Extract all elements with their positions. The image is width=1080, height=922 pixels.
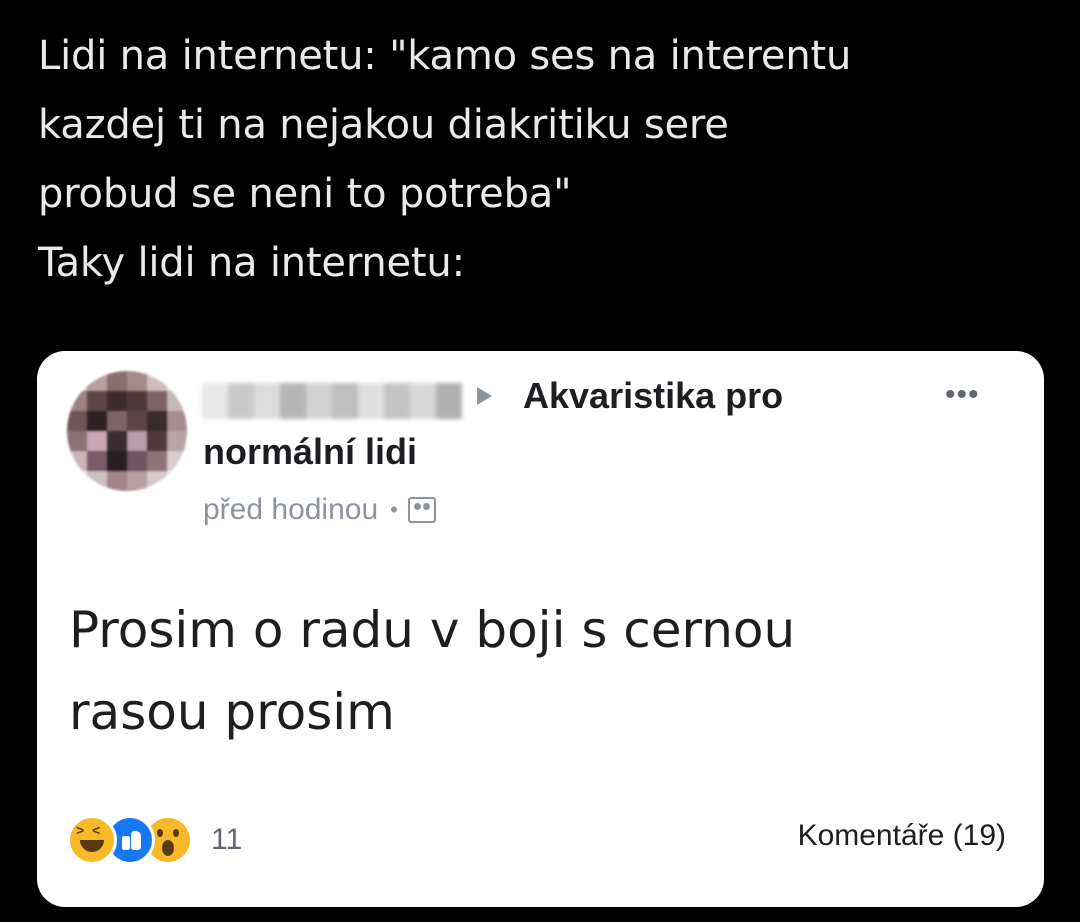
tweet-text: Lidi na internetu: "kamo ses na interent… bbox=[38, 22, 1048, 298]
group-audience-icon bbox=[407, 497, 436, 523]
comments-link[interactable]: Komentáře (19) bbox=[798, 819, 1006, 853]
reactions-summary[interactable]: 11 bbox=[67, 815, 242, 865]
reaction-count: 11 bbox=[211, 823, 243, 856]
meta-separator: • bbox=[390, 497, 398, 522]
blurred-author-name bbox=[202, 383, 462, 419]
post-line: rasou prosim bbox=[69, 683, 395, 741]
triangle-right-icon bbox=[477, 387, 492, 405]
tweet-line: kazdej ti na nejakou diakritiku sere bbox=[38, 102, 729, 148]
post-line: Prosim o radu v boji s cernou bbox=[69, 601, 796, 659]
tweet-line: probud se neni to potreba" bbox=[38, 171, 572, 217]
group-name-continued[interactable]: normální lidi bbox=[203, 431, 417, 473]
post-meta: před hodinou • bbox=[203, 493, 436, 527]
tweet-line: Taky lidi na internetu: bbox=[38, 240, 465, 286]
haha-reaction-icon bbox=[67, 815, 117, 865]
avatar bbox=[67, 371, 187, 491]
tweet-line: Lidi na internetu: "kamo ses na interent… bbox=[38, 33, 852, 79]
facebook-post-screenshot[interactable]: Akvaristika pro normální lidi ••• před h… bbox=[37, 351, 1044, 907]
group-name[interactable]: Akvaristika pro bbox=[523, 375, 783, 417]
timestamp[interactable]: před hodinou bbox=[203, 493, 378, 527]
post-text: Prosim o radu v boji s cernou rasou pros… bbox=[69, 589, 1009, 753]
more-options-icon[interactable]: ••• bbox=[945, 380, 980, 410]
